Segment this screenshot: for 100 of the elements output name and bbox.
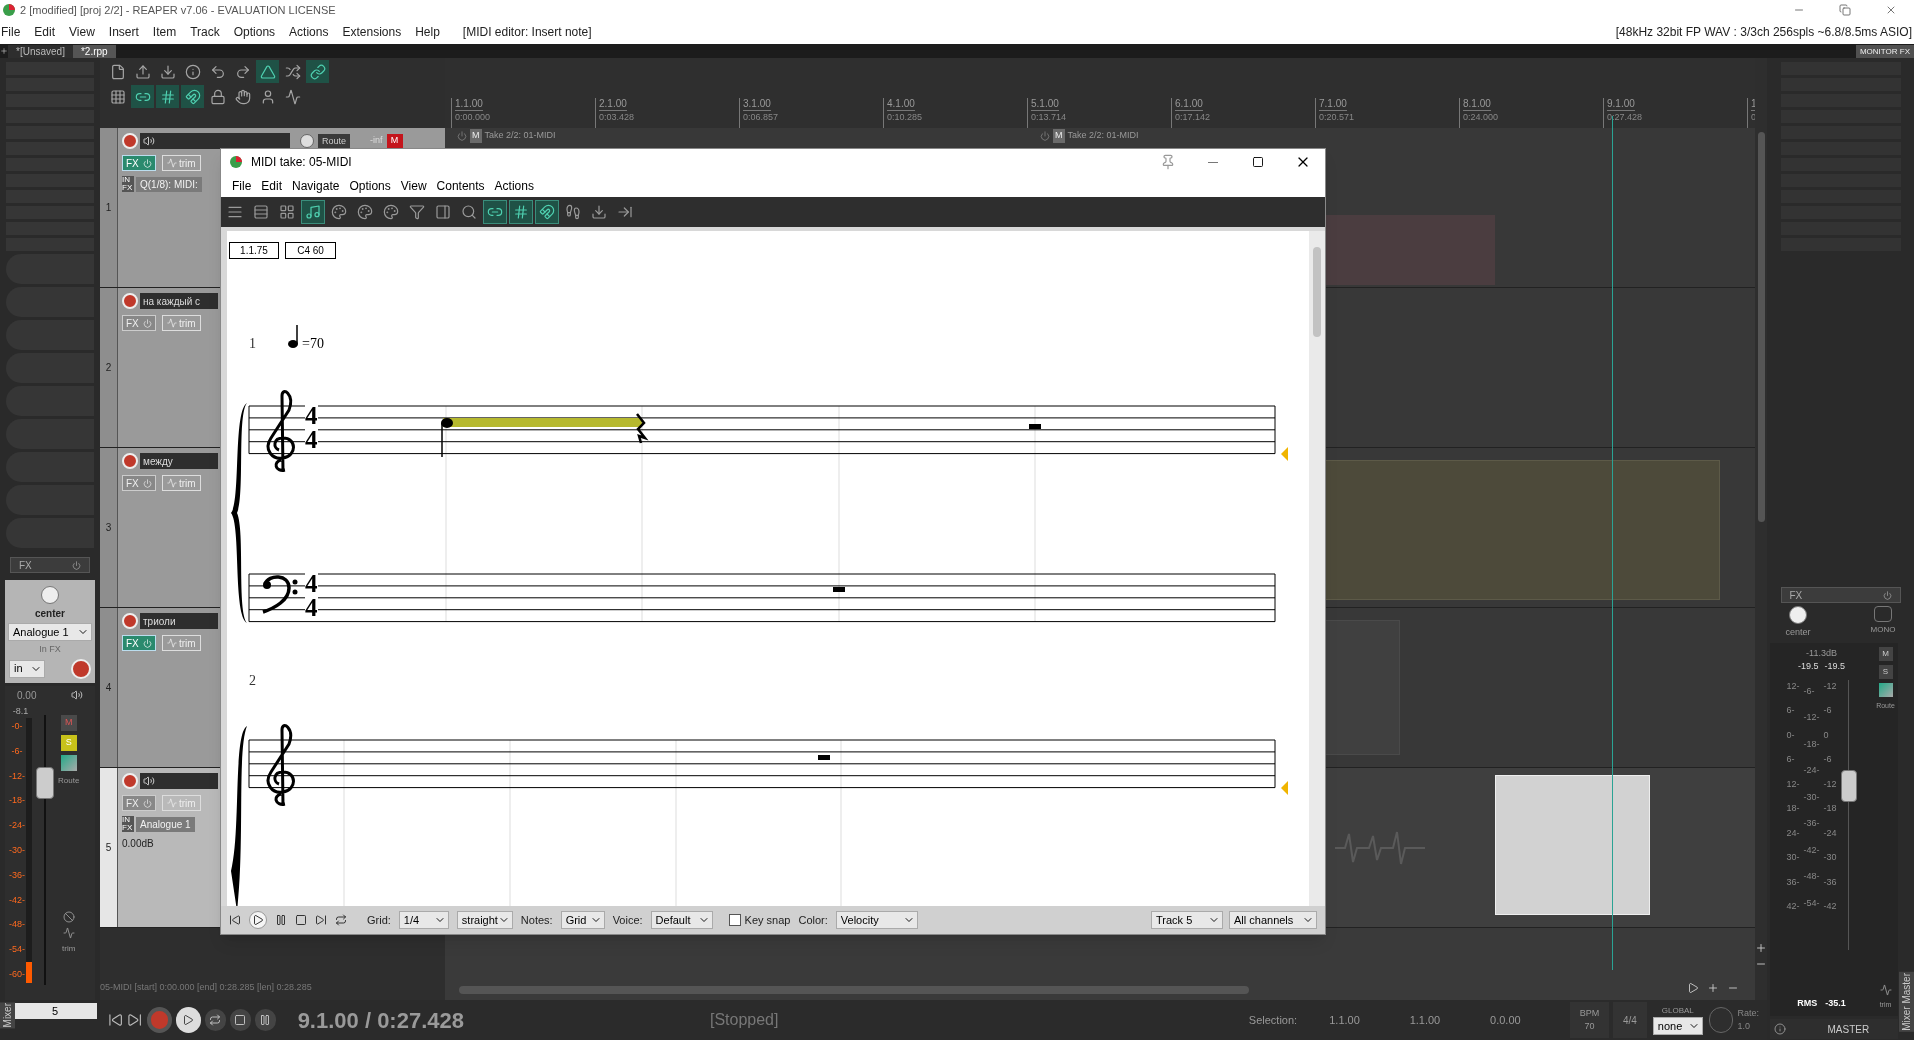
play-button[interactable] (249, 911, 267, 929)
input-dropdown[interactable]: Analogue 1 (8, 623, 92, 641)
time-signature-field[interactable]: 4/4 (1612, 1002, 1648, 1038)
link-button[interactable] (483, 200, 507, 224)
link-button[interactable] (306, 60, 329, 83)
vertical-scrollbar[interactable] (1755, 58, 1767, 1000)
track-dropdown[interactable]: Track 5 (1151, 911, 1223, 929)
horizontal-scrollbar[interactable] (459, 986, 1249, 994)
menu-item[interactable]: Contents (431, 177, 490, 195)
volume-fader[interactable] (36, 714, 54, 985)
download-icon (591, 204, 607, 220)
bpm-field[interactable]: BPM 70 (1570, 1002, 1609, 1038)
route-button[interactable]: Route (318, 134, 351, 148)
mute-button[interactable]: M (1878, 646, 1893, 661)
track-name-field[interactable] (140, 773, 218, 789)
menu-item[interactable]: Options (344, 177, 396, 195)
record-arm-button[interactable] (122, 133, 138, 149)
menu-item[interactable]: View (395, 177, 432, 195)
rate-knob[interactable] (1708, 1007, 1734, 1033)
menu-item[interactable]: Options (226, 23, 283, 41)
pitch-field[interactable]: C4 60 (285, 242, 336, 259)
repeat-button[interactable] (204, 1009, 226, 1031)
music-note-button[interactable] (301, 200, 325, 224)
track-number-cell[interactable]: 1 (100, 128, 118, 287)
project-tab[interactable]: *2.rpp (72, 45, 116, 58)
item-mute-button[interactable]: M (470, 129, 482, 143)
grid-type-dropdown[interactable]: straight (456, 911, 513, 929)
fx-button[interactable]: FX (122, 635, 156, 651)
play-button[interactable] (175, 1007, 201, 1033)
volume-knob[interactable] (300, 134, 314, 148)
record-arm-button[interactable] (122, 453, 138, 469)
track-number-cell[interactable]: 5 (100, 768, 118, 927)
meter-scale-label: -24 (1823, 826, 1837, 840)
input-mode-dropdown[interactable]: in (9, 659, 45, 678)
route-button[interactable] (60, 754, 77, 771)
mute-button[interactable]: M (386, 134, 403, 148)
color-dropdown[interactable]: Velocity (835, 911, 918, 929)
position-field[interactable]: 1.1.75 (229, 242, 279, 259)
scrollbar-thumb[interactable] (1313, 247, 1321, 337)
menu-item[interactable]: File (227, 177, 257, 195)
grid-button[interactable] (156, 85, 179, 108)
route-button[interactable] (1878, 682, 1893, 697)
voice-dropdown[interactable]: Default (650, 911, 713, 929)
pause-button[interactable] (254, 1009, 276, 1031)
fx-button[interactable]: FX (122, 155, 156, 171)
triangle-button[interactable] (256, 60, 279, 83)
project-tab[interactable]: *[Unsaved] (8, 45, 73, 58)
volume-fader[interactable] (1840, 679, 1857, 950)
track-name-field[interactable]: на каждый с (140, 293, 218, 309)
input-label[interactable]: Analogue 1 (136, 816, 195, 832)
magnet-button[interactable] (181, 85, 204, 108)
global-dropdown[interactable]: none (1652, 1017, 1703, 1035)
monitor-fx-button[interactable]: MONITOR FX (1855, 45, 1914, 58)
menu-item[interactable]: View (62, 23, 102, 41)
menu-item[interactable]: Help (408, 23, 447, 41)
track-number-cell[interactable]: 2 (100, 288, 118, 447)
track-number-cell[interactable]: 4 (100, 608, 118, 767)
magnet-button[interactable] (535, 200, 559, 224)
meter-scale-label: 6- (1786, 753, 1796, 766)
menu-item[interactable]: Actions (282, 23, 336, 41)
stop-button[interactable] (229, 1009, 251, 1031)
notes-dropdown[interactable]: Grid (560, 911, 605, 929)
record-arm-button[interactable] (122, 293, 138, 309)
grid-button[interactable] (509, 200, 533, 224)
solo-button[interactable]: S (1878, 664, 1893, 679)
pan-knob[interactable] (1789, 606, 1807, 624)
scrollbar-thumb[interactable] (1757, 132, 1765, 522)
menu-item[interactable]: Insert (101, 23, 146, 41)
power-icon (143, 478, 152, 488)
meter-scale-label: -48- (1803, 870, 1820, 883)
menu-item[interactable]: Item (145, 23, 184, 41)
input-label[interactable]: Q(1/8): MIDI: (136, 176, 202, 192)
fx-button[interactable]: FX (1780, 587, 1901, 603)
restore-icon (1839, 4, 1851, 16)
menu-item[interactable]: Actions (489, 177, 539, 195)
vertical-scrollbar[interactable] (1309, 231, 1325, 906)
fx-button[interactable]: FX (10, 557, 90, 573)
track-name-field[interactable]: триоли (140, 613, 218, 629)
fader-thumb[interactable] (1840, 769, 1857, 802)
triangle-icon (259, 63, 276, 80)
menu-item[interactable]: Navigate (287, 177, 345, 195)
track-name-field[interactable] (140, 133, 290, 149)
fader-thumb[interactable] (36, 766, 54, 799)
meter-scale-label: -30- (9, 846, 25, 855)
key-snap-checkbox[interactable] (728, 914, 741, 926)
menu-item[interactable]: Edit (256, 177, 288, 195)
menu-item[interactable]: File (0, 23, 28, 41)
record-arm-button[interactable] (71, 658, 91, 679)
menu-item[interactable]: Edit (27, 23, 63, 41)
track-name-field[interactable]: между (140, 453, 218, 469)
item-mute-button[interactable]: M (1053, 129, 1065, 143)
grid-size-dropdown[interactable]: 1/4 (398, 911, 449, 929)
mono-button[interactable] (1874, 606, 1893, 622)
menu-item[interactable]: Track (183, 23, 227, 41)
record-arm-button[interactable] (122, 613, 138, 629)
link-button[interactable] (131, 85, 154, 108)
menu-item[interactable]: Extensions (335, 23, 409, 41)
track-number-cell[interactable]: 3 (100, 448, 118, 607)
channels-dropdown[interactable]: All channels (1229, 911, 1317, 929)
record-arm-button[interactable] (122, 773, 138, 789)
